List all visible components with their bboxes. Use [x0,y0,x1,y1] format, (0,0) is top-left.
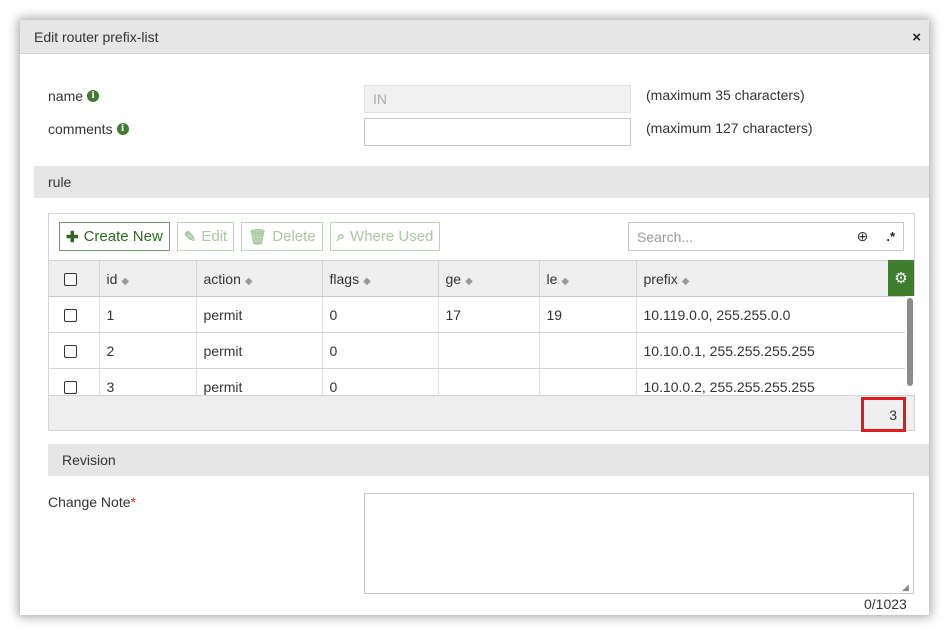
sort-icon: ◆ [681,275,690,287]
info-icon[interactable]: i [87,90,100,102]
row-checkbox[interactable] [64,381,77,395]
dialog-title: Edit router prefix-list [34,28,159,45]
edit-button[interactable]: ✎ Edit [176,222,235,251]
dialog-titlebar: Edit router prefix-list × [20,20,929,54]
revision-section-header: Revision [48,444,929,476]
table-footer: 3 [49,395,914,432]
search-input[interactable]: Search... ⊕ .* [628,222,904,251]
cell-prefix: 10.119.0.0, 255.255.0.0 [636,296,906,333]
row-count: 3 [861,397,906,432]
cell-flags: 0 [322,332,439,369]
cell-action: permit [196,332,323,369]
name-label: name i [48,88,100,104]
table-header-row: id ◆ action ◆ flags ◆ ge ◆ le ◆ prefix ◆ [49,260,906,297]
rule-toolbar: ✚ Create New ✎ Edit 🗑 Delete ⌕ Where Use… [59,222,441,251]
edit-prefix-list-dialog: Edit router prefix-list × name i (maximu… [20,20,929,615]
info-icon[interactable]: i [116,123,129,135]
column-header-id[interactable]: id ◆ [99,260,197,297]
name-hint: (maximum 35 characters) [646,87,805,103]
rule-table: id ◆ action ◆ flags ◆ ge ◆ le ◆ prefix ◆ 1 per… [49,260,906,405]
cell-action: permit [196,296,323,333]
where-used-button[interactable]: ⌕ Where Used [329,222,441,251]
column-header-prefix[interactable]: prefix ◆ [636,260,906,297]
comments-row: comments i [48,119,129,139]
search-icon[interactable]: ⊕ [857,228,869,245]
comments-input[interactable] [364,118,631,146]
char-count: 0/1023 [864,596,907,612]
table-row[interactable]: 2 permit 0 10.10.0.1, 255.255.255.255 [49,332,906,369]
name-input[interactable] [364,85,631,113]
column-header-action[interactable]: action ◆ [196,260,323,297]
sort-icon: ◆ [121,275,130,287]
comments-label: comments i [48,121,129,137]
search-placeholder: Search... [637,228,694,245]
column-header-ge[interactable]: ge ◆ [438,260,540,297]
cell-ge [438,332,540,369]
column-header-le[interactable]: le ◆ [539,260,637,297]
sort-icon: ◆ [465,275,473,287]
select-all-checkbox[interactable] [64,273,77,287]
select-all-checkbox-cell[interactable] [49,260,100,297]
row-checkbox-cell[interactable] [49,296,100,333]
plus-icon: ✚ [66,228,79,246]
comments-hint: (maximum 127 characters) [646,120,813,136]
sort-icon: ◆ [244,275,253,287]
column-header-flags[interactable]: flags ◆ [322,260,439,297]
cell-le: 19 [539,296,637,333]
scrollbar-thumb[interactable] [907,298,913,386]
row-checkbox-cell[interactable] [49,332,100,369]
cell-flags: 0 [322,296,439,333]
search-icon: ⌕ [336,228,346,245]
change-note-label: Change Note* [48,494,136,510]
sort-icon: ◆ [561,275,570,287]
rule-table-panel: ✚ Create New ✎ Edit 🗑 Delete ⌕ Where Use… [48,213,915,432]
cell-ge: 17 [438,296,540,333]
regex-icon[interactable]: .* [886,229,895,244]
name-row: name i [48,86,100,106]
table-row[interactable]: 1 permit 0 17 19 10.119.0.0, 255.255.0.0 [49,296,906,333]
edit-icon: ✎ [183,228,197,246]
cell-le [539,332,637,369]
cell-id: 2 [99,332,197,369]
trash-icon: 🗑 [248,228,268,246]
cell-prefix: 10.10.0.1, 255.255.255.255 [636,332,906,369]
resize-grip-icon[interactable]: ◢ [902,582,909,593]
close-icon[interactable]: × [912,30,921,45]
cell-id: 1 [99,296,197,333]
rule-section-header: rule [34,166,929,198]
row-checkbox[interactable] [64,309,77,323]
sort-icon: ◆ [363,275,371,287]
gear-icon[interactable]: ⚙ [888,260,914,296]
delete-button[interactable]: 🗑 Delete [241,222,323,251]
required-marker: * [130,494,136,510]
create-new-button[interactable]: ✚ Create New [59,222,170,251]
row-checkbox[interactable] [64,345,77,359]
change-note-textarea[interactable] [364,493,914,594]
